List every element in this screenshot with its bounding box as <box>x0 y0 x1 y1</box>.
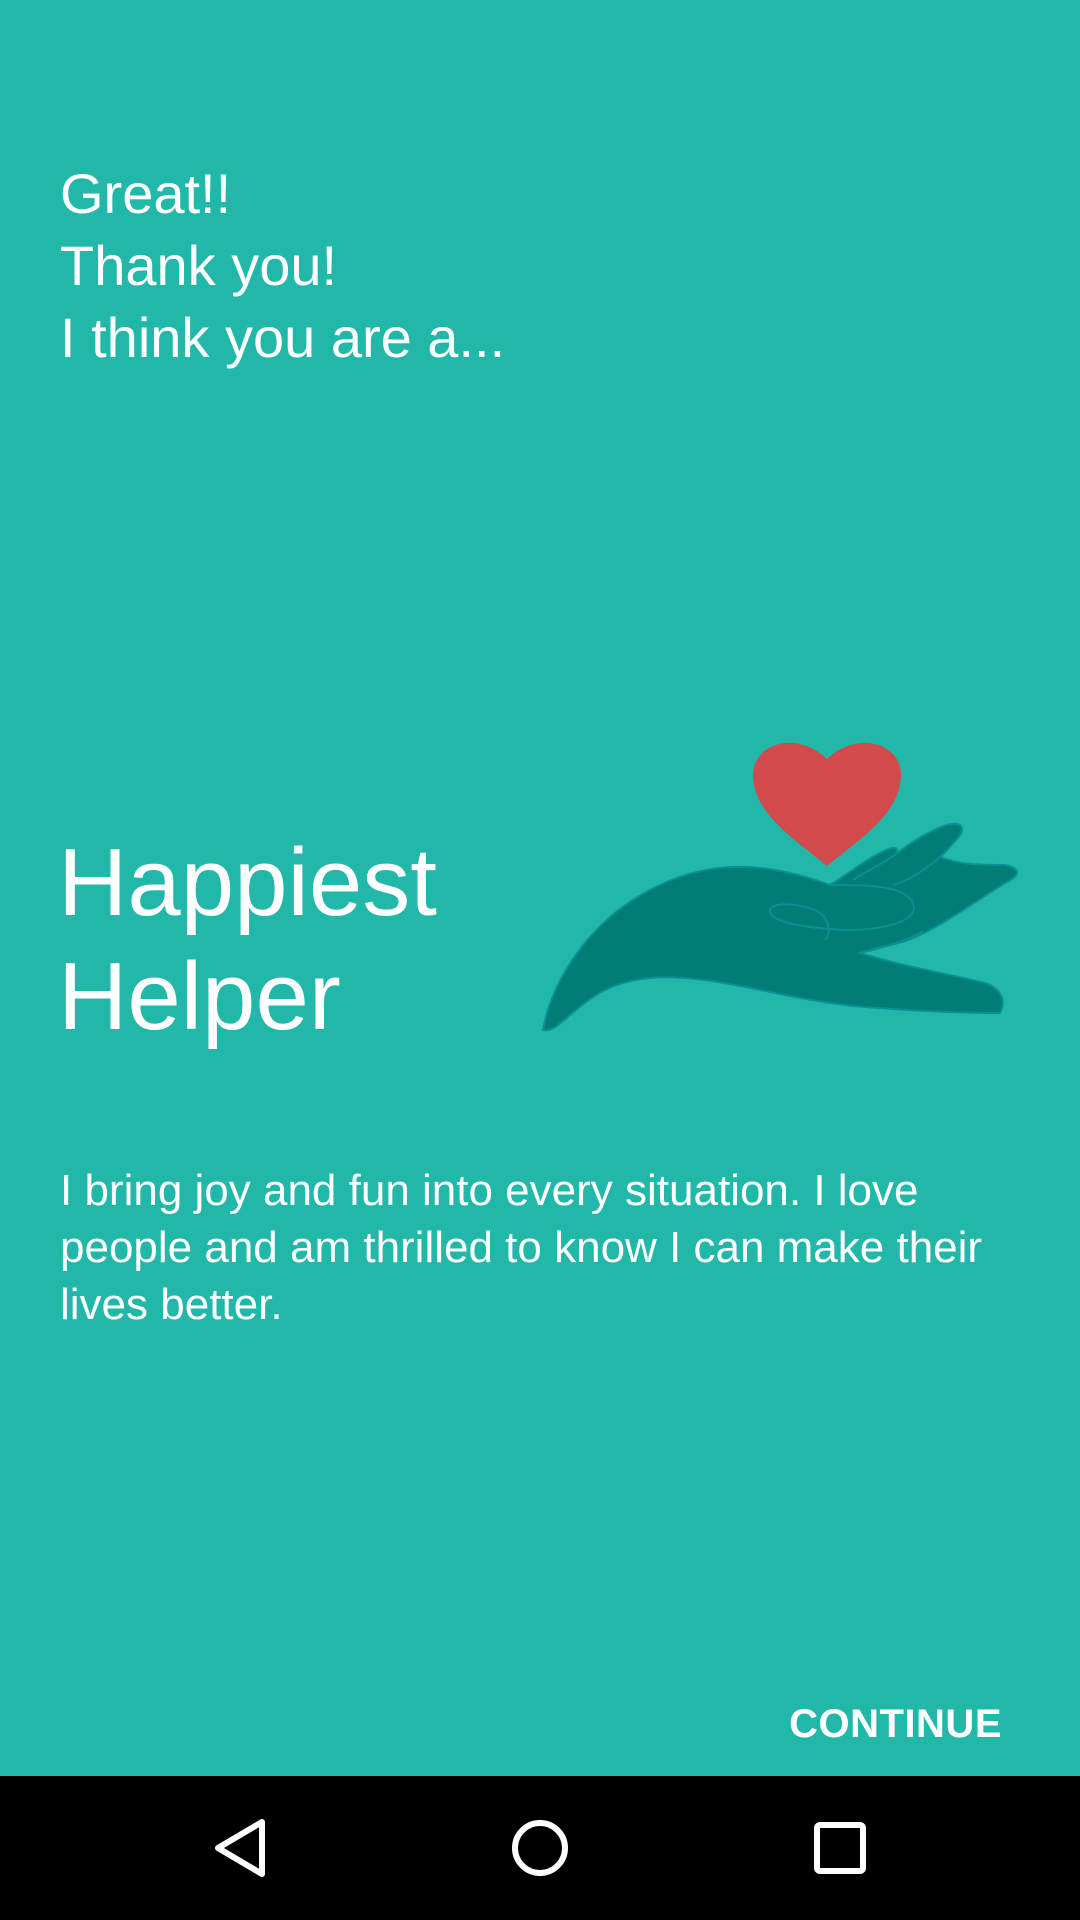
system-navigation-bar <box>0 1776 1080 1920</box>
result-title-line-1: Happiest <box>58 829 437 936</box>
intro-line-3: I think you are a... <box>60 306 506 369</box>
continue-button[interactable]: CONTINUE <box>771 1690 1020 1759</box>
intro-line-2: Thank you! <box>60 234 338 297</box>
result-title-line-2: Helper <box>58 943 341 1050</box>
result-screen: Great!! Thank you! I think you are a... … <box>0 0 1080 1776</box>
recents-button[interactable] <box>792 1800 888 1896</box>
result-description: I bring joy and fun into every situation… <box>60 1166 983 1329</box>
hand-holding-heart-icon <box>535 735 1020 1035</box>
intro-text: Great!! Thank you! I think you are a... <box>60 158 505 374</box>
home-icon <box>512 1820 568 1876</box>
back-icon <box>215 1819 265 1877</box>
home-button[interactable] <box>492 1800 588 1896</box>
heart-icon <box>753 742 901 866</box>
recents-icon <box>814 1822 866 1874</box>
back-button[interactable] <box>192 1800 288 1896</box>
intro-line-1: Great!! <box>60 162 232 225</box>
result-title: Happiest Helper <box>58 826 437 1054</box>
hand-icon <box>541 823 1018 1032</box>
